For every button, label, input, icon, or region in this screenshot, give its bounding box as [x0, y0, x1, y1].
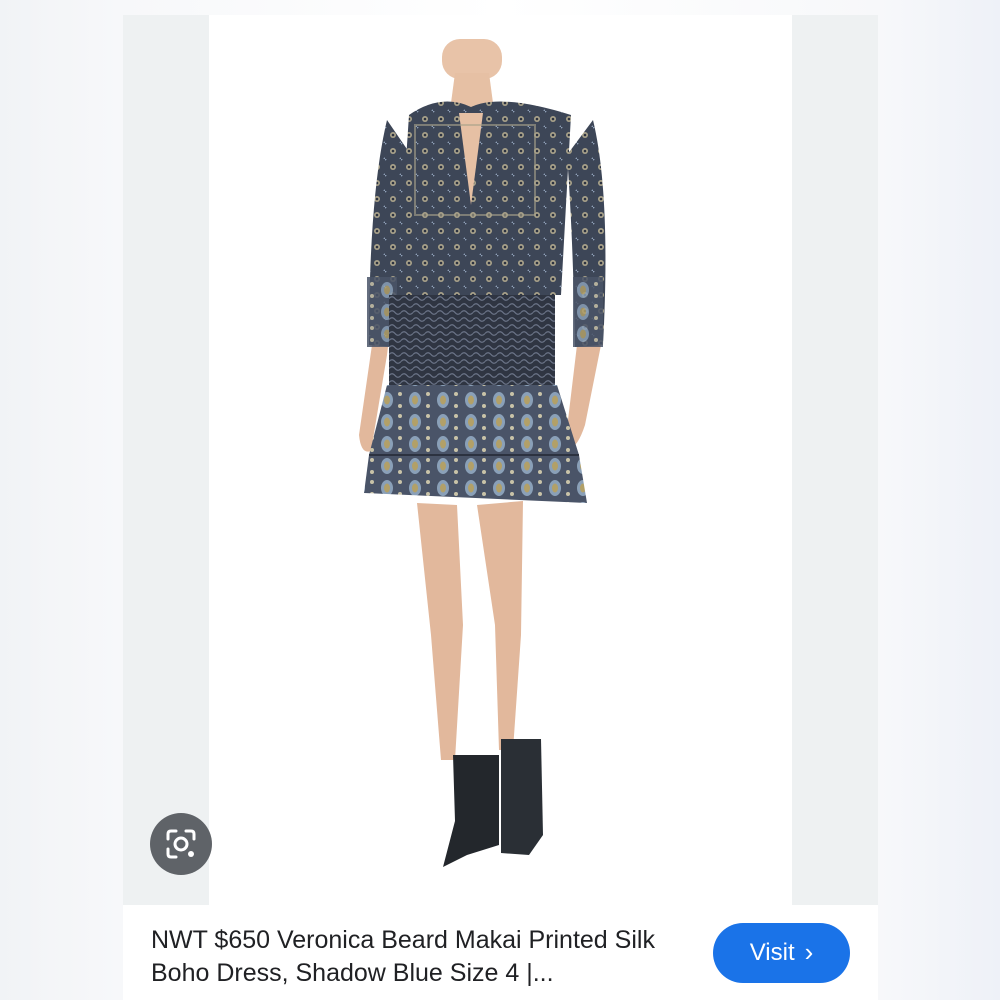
product-image[interactable] — [209, 15, 792, 905]
visit-button[interactable]: Visit › — [713, 923, 850, 983]
result-title[interactable]: NWT $650 Veronica Beard Makai Printed Si… — [151, 924, 691, 990]
chevron-right-icon: › — [804, 937, 814, 967]
visit-button-label: Visit — [749, 939, 795, 966]
dress-photo — [359, 39, 606, 867]
image-margin-right — [792, 15, 878, 905]
result-info-bar: NWT $650 Veronica Beard Makai Printed Si… — [123, 905, 878, 1000]
google-lens-button[interactable] — [150, 813, 212, 875]
image-margin-left — [123, 15, 209, 905]
google-lens-icon — [166, 829, 196, 859]
